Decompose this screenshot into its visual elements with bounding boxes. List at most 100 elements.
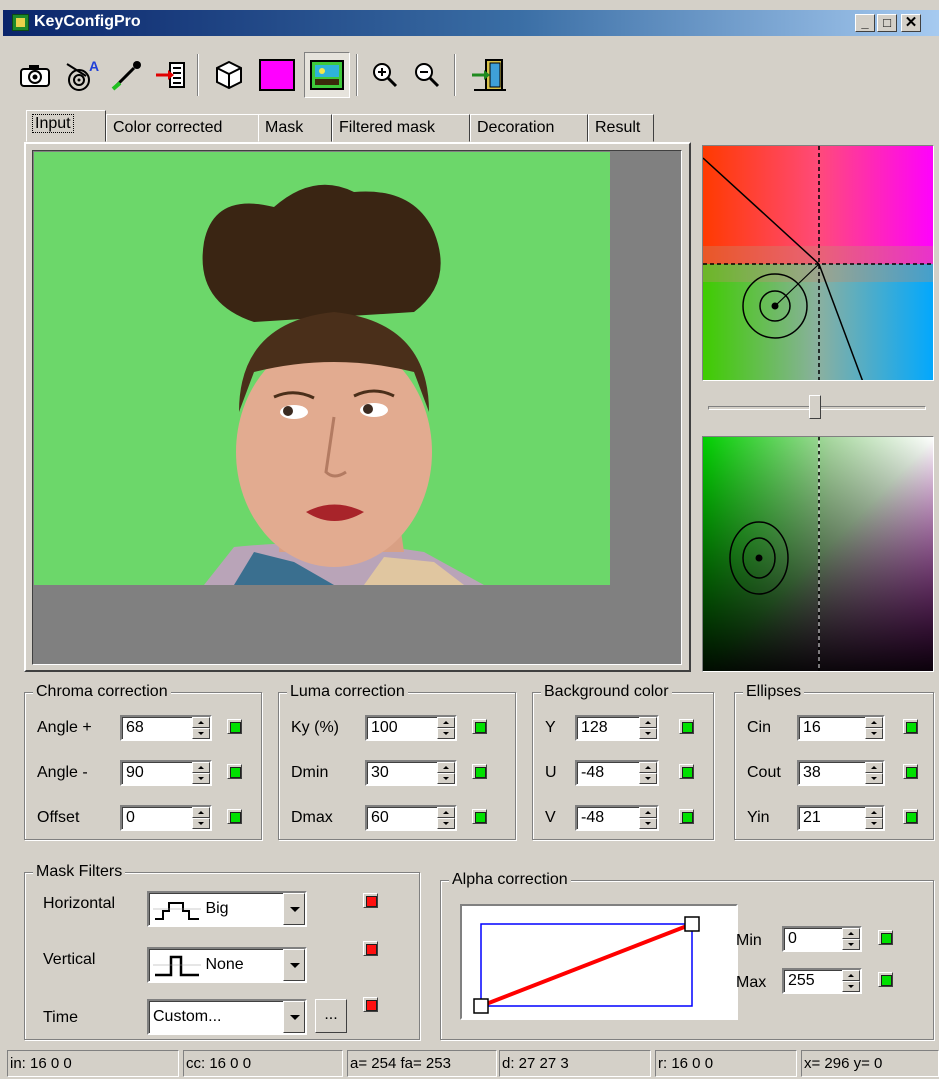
- camera-icon: [19, 62, 51, 88]
- color-wheel-text-icon: A: [64, 58, 102, 92]
- enable-toggle[interactable]: [679, 764, 694, 779]
- enable-toggle[interactable]: [363, 997, 378, 1012]
- field-label: Vertical: [43, 951, 96, 968]
- exit-door-icon: [470, 57, 508, 93]
- slider-thumb[interactable]: [809, 395, 821, 419]
- toolbar-separator: [197, 54, 199, 96]
- vertical-filter-select[interactable]: None: [147, 947, 307, 983]
- chroma-slider[interactable]: [702, 393, 934, 425]
- status-bar: in: 16 0 0 cc: 16 0 0 a= 254 fa= 253 d: …: [7, 1050, 939, 1079]
- image-preview-icon: [310, 60, 344, 90]
- tab-filtered-mask[interactable]: Filtered mask: [332, 114, 470, 142]
- horizontal-filter-select[interactable]: Big: [147, 891, 307, 927]
- field-label: Angle +: [37, 719, 92, 736]
- bg-y-spinner[interactable]: 128: [575, 715, 659, 741]
- enable-toggle[interactable]: [227, 809, 242, 824]
- tab-mask[interactable]: Mask: [258, 114, 332, 142]
- toolbar-separator: [356, 54, 358, 96]
- preview-canvas[interactable]: [32, 150, 682, 665]
- chroma-scope[interactable]: [702, 145, 934, 381]
- color-wheel-text-button[interactable]: A: [62, 52, 104, 98]
- import-filter-icon: [154, 60, 188, 90]
- enable-toggle[interactable]: [878, 972, 893, 987]
- status-cc-value: cc: 16 0 0: [183, 1050, 343, 1077]
- enable-toggle[interactable]: [363, 941, 378, 956]
- filter-shape-icon: [153, 901, 201, 920]
- enable-toggle[interactable]: [472, 719, 487, 734]
- group-title: Mask Filters: [33, 862, 126, 882]
- enable-toggle[interactable]: [227, 764, 242, 779]
- mask-filters-group: Mask Filters Horizontal Big Vertical Non…: [24, 862, 420, 1040]
- luma-scope[interactable]: [702, 436, 934, 672]
- 3d-view-button[interactable]: [208, 52, 250, 98]
- status-alpha-value: a= 254 fa= 253: [347, 1050, 497, 1077]
- group-title: Ellipses: [743, 682, 805, 702]
- enable-toggle[interactable]: [472, 809, 487, 824]
- enable-toggle[interactable]: [679, 809, 694, 824]
- ky-spinner[interactable]: 100: [365, 715, 457, 741]
- minimize-button[interactable]: _: [855, 14, 875, 32]
- import-filter-button[interactable]: [150, 52, 192, 98]
- field-label: Dmax: [291, 809, 333, 826]
- alpha-max-spinner[interactable]: 255: [782, 968, 862, 994]
- bg-u-spinner[interactable]: -48: [575, 760, 659, 786]
- enable-toggle[interactable]: [903, 809, 918, 824]
- magenta-swatch-icon: [259, 59, 295, 91]
- status-result-value: r: 16 0 0: [655, 1050, 797, 1077]
- filter-shape-icon: [153, 955, 201, 977]
- chroma-correction-group: Chroma correction Angle + 68 Angle - 90 …: [24, 682, 262, 840]
- field-label: Angle -: [37, 764, 88, 781]
- preview-panel: [24, 142, 691, 672]
- exit-button[interactable]: [464, 52, 514, 98]
- enable-toggle[interactable]: [903, 764, 918, 779]
- camera-button[interactable]: [14, 52, 56, 98]
- window-title: KeyConfigPro: [34, 13, 141, 30]
- enable-toggle[interactable]: [227, 719, 242, 734]
- alpha-max-label: Max: [736, 974, 767, 991]
- tab-input[interactable]: Input: [26, 110, 106, 142]
- alpha-curve-editor[interactable]: [460, 904, 738, 1020]
- enable-toggle[interactable]: [472, 764, 487, 779]
- dmin-spinner[interactable]: 30: [365, 760, 457, 786]
- luma-correction-group: Luma correction Ky (%) 100 Dmin 30 Dmax …: [278, 682, 516, 840]
- enable-toggle[interactable]: [903, 719, 918, 734]
- eyedropper-button[interactable]: [106, 52, 148, 98]
- tab-result[interactable]: Result: [588, 114, 654, 142]
- zoom-out-button[interactable]: [406, 52, 448, 98]
- field-label: U: [545, 764, 557, 781]
- cin-spinner[interactable]: 16: [797, 715, 885, 741]
- eyedropper-icon: [110, 59, 144, 91]
- time-filter-options-button[interactable]: ...: [315, 999, 347, 1033]
- group-title: Alpha correction: [449, 870, 571, 890]
- cube-icon: [213, 59, 245, 91]
- enable-toggle[interactable]: [878, 930, 893, 945]
- enable-toggle[interactable]: [679, 719, 694, 734]
- image-preview-button[interactable]: [304, 52, 350, 98]
- alpha-min-label: Min: [736, 932, 762, 949]
- field-label: Ky (%): [291, 719, 339, 736]
- dmax-spinner[interactable]: 60: [365, 805, 457, 831]
- alpha-min-spinner[interactable]: 0: [782, 926, 862, 952]
- tab-decoration[interactable]: Decoration: [470, 114, 588, 142]
- tab-color-corrected[interactable]: Color corrected: [106, 114, 278, 142]
- angle-plus-spinner[interactable]: 68: [120, 715, 212, 741]
- zoom-in-button[interactable]: [364, 52, 406, 98]
- group-title: Chroma correction: [33, 682, 171, 702]
- offset-spinner[interactable]: 0: [120, 805, 212, 831]
- time-filter-select[interactable]: Custom...: [147, 999, 307, 1035]
- app-window: KeyConfigPro _ □ ✕ A Input Color correct…: [0, 0, 939, 1079]
- key-color-button[interactable]: [256, 52, 298, 98]
- input-video-frame[interactable]: [34, 152, 610, 585]
- group-title: Background color: [541, 682, 672, 702]
- yin-spinner[interactable]: 21: [797, 805, 885, 831]
- title-bar[interactable]: KeyConfigPro _ □ ✕: [3, 10, 939, 36]
- cout-spinner[interactable]: 38: [797, 760, 885, 786]
- maximize-button[interactable]: □: [877, 14, 897, 32]
- close-button[interactable]: ✕: [901, 14, 921, 32]
- bg-v-spinner[interactable]: -48: [575, 805, 659, 831]
- zoom-in-icon: [370, 60, 400, 90]
- background-color-group: Background color Y 128 U -48 V -48: [532, 682, 714, 840]
- angle-minus-spinner[interactable]: 90: [120, 760, 212, 786]
- app-icon: [12, 14, 29, 31]
- enable-toggle[interactable]: [363, 893, 378, 908]
